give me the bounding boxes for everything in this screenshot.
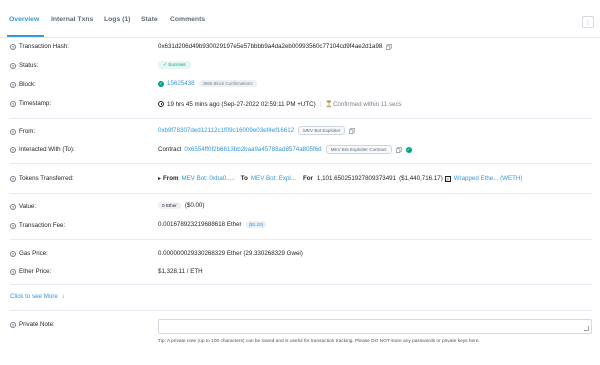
from-address-link[interactable]: 0xb9f78307ded12112c1f09c16009e03ef4ef166… <box>158 127 294 134</box>
fee-text: 0.001678923219688618 Ether <box>158 221 242 228</box>
fee-label: ? Transaction Fee: <box>10 222 66 229</box>
section-divider <box>10 284 592 285</box>
from-value: 0xb9f78307ded12112c1f09c16009e03ef4ef166… <box>158 126 356 135</box>
value-label: ? Value: <box>10 203 37 210</box>
gas-text: 0.000000029330268329 Ether (29.330268329… <box>158 250 303 257</box>
copy-icon[interactable] <box>395 146 402 153</box>
verified-icon: ✓ <box>405 146 412 153</box>
tab-logs[interactable]: Logs (1) <box>104 13 130 27</box>
status-badge: ✓ Success <box>158 61 191 69</box>
confirmed-within-text: Confirmed within 11 secs <box>332 100 402 108</box>
to-value: Contract 0x6554ff0f2b6613bb2baa9a45788ad… <box>158 145 415 154</box>
from-tag-badge: MEV Bot Exploiter <box>298 126 346 135</box>
tokens-label: ? Tokens Transferred: <box>10 175 74 182</box>
section-divider <box>10 310 592 311</box>
copy-icon[interactable] <box>386 43 393 50</box>
help-icon[interactable]: ? <box>10 268 16 275</box>
tab-state[interactable]: State <box>141 13 158 27</box>
timestamp-value: 19 hrs 45 mins ago (Sep-27-2022 02:59:11… <box>158 100 402 108</box>
tokens-amount: 1,101.650251927809373491 <box>316 175 397 182</box>
tokens-value: ▸ From MEV Bot: 0xba0..... To MEV Bot: E… <box>158 175 522 182</box>
block-value: ✓ 15625438 3866 Block Confirmations <box>158 80 257 87</box>
status-label: ? Status: <box>10 62 39 69</box>
token-name-link[interactable]: Wrapped Ethe... (WETH) <box>454 175 523 182</box>
section-divider <box>10 239 592 240</box>
help-icon[interactable]: ? <box>10 175 16 182</box>
section-divider <box>10 193 592 194</box>
tab-bar: Overview Internal Txns Logs (1) State Co… <box>0 0 600 38</box>
bullet-arrow-icon: ▸ <box>158 176 162 182</box>
help-icon[interactable]: ? <box>10 100 16 107</box>
arrow-down-icon: ↓ <box>61 293 65 300</box>
weth-token-icon: Ξ <box>444 175 451 182</box>
tokens-usd: ($1,440,716.17) <box>399 175 443 182</box>
help-icon[interactable]: ? <box>10 203 16 210</box>
gas-label: ? Gas Price: <box>10 250 48 257</box>
value-usd: ($0.00) <box>184 202 205 209</box>
private-note-label: ? Private Note: <box>10 321 55 328</box>
tx-hash-text: 0x631d206d49b930029197e5e57bbbb9a4da2eb0… <box>158 43 383 50</box>
to-tag-badge: MEV Bot Exploiter Contract <box>325 145 392 154</box>
ether-price-value: $1,328.11 / ETH <box>158 268 203 275</box>
copy-icon[interactable] <box>349 127 356 134</box>
tokens-for-label: For <box>302 175 313 182</box>
clock-icon <box>158 101 164 107</box>
timestamp-label: ? Timestamp: <box>10 100 52 107</box>
private-note-textarea[interactable] <box>158 319 592 334</box>
tx-hash-label: ? Transaction Hash: <box>10 43 69 50</box>
section-divider <box>10 118 592 119</box>
active-tab-indicator <box>7 35 44 37</box>
fee-value: 0.001678923219688618 Ether ($2.20) <box>158 221 267 228</box>
tab-comments[interactable]: Comments <box>170 13 205 27</box>
tx-hash-value: 0x631d206d49b930029197e5e57bbbb9a4da2eb0… <box>158 43 393 50</box>
separator: | <box>319 100 322 108</box>
transaction-details-card: Overview Internal Txns Logs (1) State Co… <box>0 0 600 365</box>
to-label: ? Interacted With (To): <box>10 146 75 153</box>
tab-internal-txns[interactable]: Internal Txns <box>51 13 93 27</box>
help-icon[interactable]: ? <box>10 222 16 229</box>
see-more-link[interactable]: Click to see More ↓ <box>10 293 65 300</box>
status-value: ✓ Success <box>158 61 191 69</box>
ether-value-badge: 0 Ether <box>158 202 181 209</box>
to-address-link[interactable]: 0x6554ff0f2b6613bb2baa9a45788ad8574a805f… <box>184 146 321 153</box>
vertical-ellipsis-icon: ⋮ <box>585 19 591 26</box>
help-icon[interactable]: ? <box>10 43 16 50</box>
gas-value: 0.000000029330268329 Ether (29.330268329… <box>158 250 303 257</box>
help-icon[interactable]: ? <box>10 321 16 328</box>
tab-overview[interactable]: Overview <box>9 13 39 27</box>
help-icon[interactable]: ? <box>10 250 16 257</box>
check-icon: ✓ <box>163 62 167 67</box>
help-icon[interactable]: ? <box>10 146 16 153</box>
ether-price-text: $1,328.11 / ETH <box>158 268 203 275</box>
tokens-from-label: From <box>163 175 179 182</box>
block-label: ? Block: <box>10 81 36 88</box>
block-number-link[interactable]: 15625438 <box>167 80 195 87</box>
check-circle-icon: ✓ <box>158 80 164 87</box>
value-value: 0 Ether ($0.00) <box>158 202 204 209</box>
help-icon[interactable]: ? <box>10 81 16 88</box>
section-divider <box>10 163 592 164</box>
help-icon[interactable]: ? <box>10 62 16 69</box>
from-label: ? From: <box>10 128 36 135</box>
hourglass-icon: ⏳ <box>325 101 333 108</box>
tokens-to-link[interactable]: MEV Bot: Expl... <box>251 175 296 182</box>
help-icon[interactable]: ? <box>10 128 16 135</box>
tokens-to-label: To <box>240 175 248 182</box>
timestamp-text: 19 hrs 45 mins ago (Sep-27-2022 02:59:11… <box>167 100 316 108</box>
ether-price-label: ? Ether Price: <box>10 268 52 275</box>
tokens-from-link[interactable]: MEV Bot: 0xba0..... <box>181 175 234 182</box>
private-note-tip: Tip: A private note (up to 100 character… <box>158 339 480 344</box>
fee-usd-badge: ($2.20) <box>245 221 267 228</box>
confirmations-badge: 3866 Block Confirmations <box>198 80 257 87</box>
more-options-button[interactable]: ⋮ <box>582 16 594 28</box>
contract-prefix: Contract <box>158 146 182 153</box>
